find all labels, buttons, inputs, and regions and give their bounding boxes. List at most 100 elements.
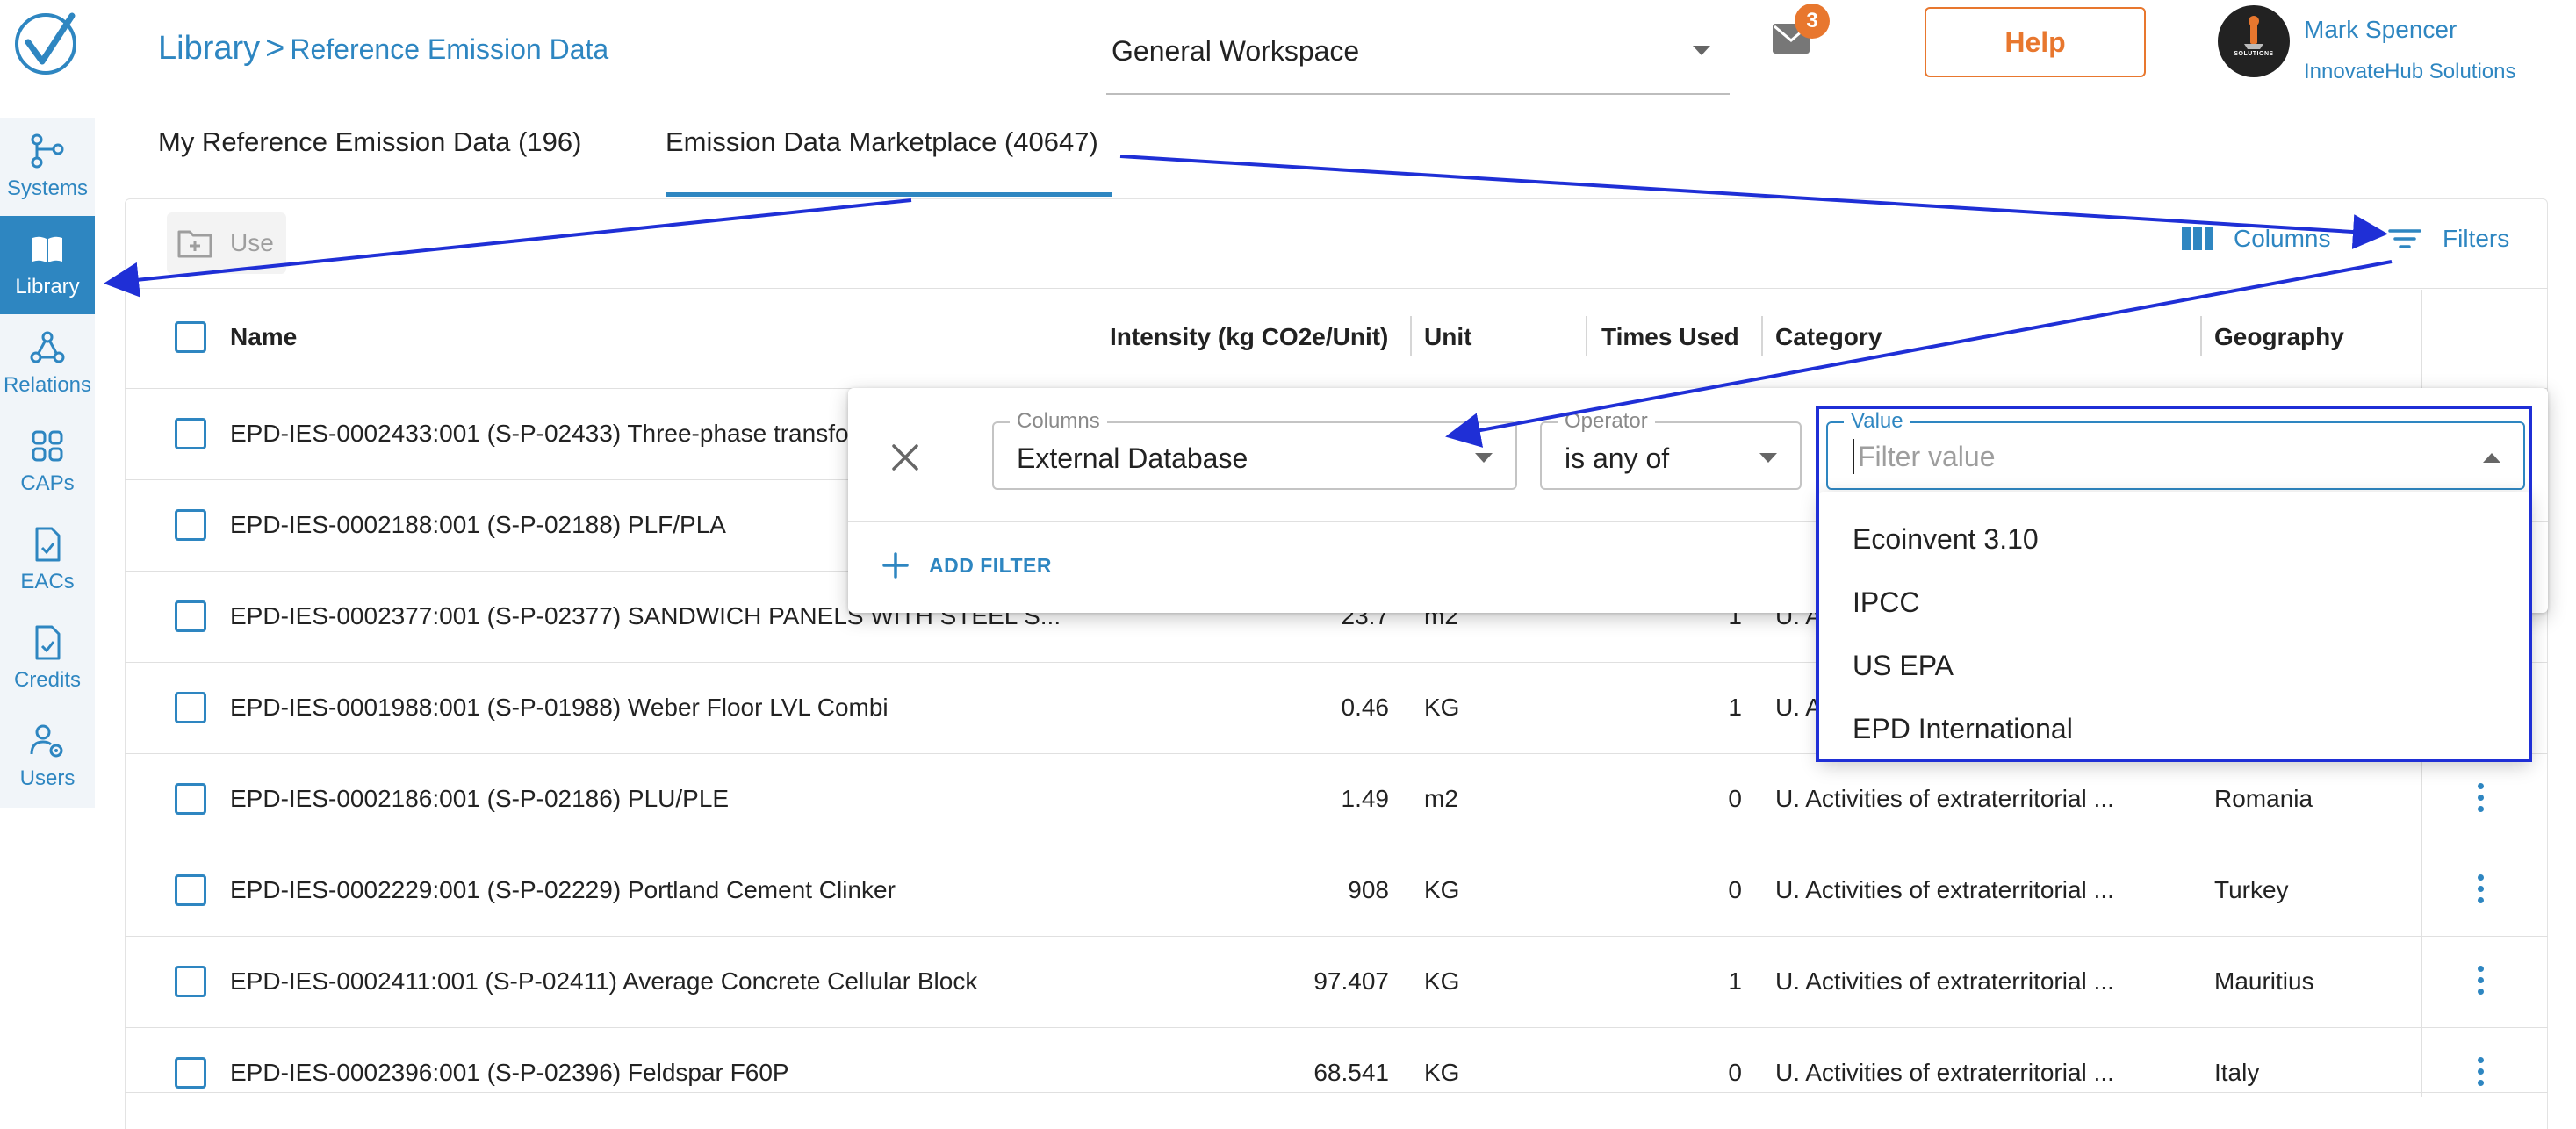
cell-name[interactable]: EPD-IES-0002433:001 (S-P-02433) Three-ph… bbox=[230, 420, 857, 448]
sidebar-item-credits[interactable]: Credits bbox=[0, 609, 95, 708]
app-logo-icon[interactable] bbox=[12, 11, 79, 77]
row-checkbox[interactable] bbox=[175, 966, 206, 997]
cell-name[interactable]: EPD-IES-0001988:001 (S-P-01988) Weber Fl… bbox=[230, 694, 889, 722]
breadcrumb-library-link[interactable]: Library bbox=[158, 30, 260, 68]
cell-intensity[interactable]: 1.49 bbox=[1282, 785, 1390, 813]
filter-column-select[interactable]: Columns External Database bbox=[992, 409, 1517, 490]
cell-times-used[interactable]: 0 bbox=[1668, 785, 1742, 813]
caret-up-icon[interactable] bbox=[2483, 453, 2500, 463]
cell-geography[interactable]: Turkey bbox=[2214, 876, 2289, 904]
sidebar-item-caps[interactable]: CAPs bbox=[0, 413, 95, 511]
sidebar-item-library[interactable]: Library bbox=[0, 216, 95, 314]
add-filter-label: ADD FILTER bbox=[929, 553, 1053, 577]
column-separator[interactable] bbox=[1410, 316, 1412, 356]
filter-value-input[interactable] bbox=[1853, 439, 2467, 474]
use-button-label: Use bbox=[230, 229, 274, 256]
column-header-times-used[interactable]: Times Used bbox=[1601, 323, 1739, 351]
filter-value-field[interactable]: Value bbox=[1826, 409, 2525, 490]
column-header-geography[interactable]: Geography bbox=[2214, 323, 2344, 351]
workspace-select[interactable]: General Workspace bbox=[1106, 23, 1730, 95]
row-menu-icon[interactable] bbox=[2478, 874, 2485, 906]
filter-operator-label: Operator bbox=[1558, 409, 1655, 434]
cell-intensity[interactable]: 0.46 bbox=[1282, 694, 1390, 722]
row-menu-icon[interactable] bbox=[2478, 1057, 2485, 1089]
option-us-epa[interactable]: US EPA bbox=[1853, 650, 1954, 682]
workspace-value: General Workspace bbox=[1112, 35, 1360, 67]
row-checkbox[interactable] bbox=[175, 1057, 206, 1089]
filter-operator-select[interactable]: Operator is any of bbox=[1540, 409, 1802, 490]
use-button[interactable]: Use bbox=[167, 212, 286, 274]
column-separator[interactable] bbox=[2200, 316, 2202, 356]
row-checkbox[interactable] bbox=[175, 692, 206, 723]
option-ecoinvent[interactable]: Ecoinvent 3.10 bbox=[1853, 523, 2039, 556]
cell-geography[interactable]: Mauritius bbox=[2214, 967, 2314, 996]
row-checkbox[interactable] bbox=[175, 600, 206, 632]
sidebar-item-users[interactable]: Users bbox=[0, 708, 95, 806]
column-header-name[interactable]: Name bbox=[230, 323, 297, 351]
plus-icon bbox=[882, 552, 909, 579]
help-button[interactable]: Help bbox=[1925, 7, 2146, 77]
add-filter-button[interactable]: ADD FILTER bbox=[881, 551, 1052, 579]
cell-name[interactable]: EPD-IES-0002229:001 (S-P-02229) Portland… bbox=[230, 876, 896, 904]
document-check-icon bbox=[35, 527, 61, 562]
cell-unit[interactable]: KG bbox=[1424, 876, 1459, 904]
row-divider bbox=[125, 936, 2548, 937]
cell-geography[interactable]: Romania bbox=[2214, 785, 2313, 813]
cell-unit[interactable]: KG bbox=[1424, 967, 1459, 996]
row-checkbox[interactable] bbox=[175, 509, 206, 541]
tab-my-reference-emission-data[interactable]: My Reference Emission Data (196) bbox=[158, 126, 581, 158]
cell-unit[interactable]: KG bbox=[1424, 1059, 1459, 1087]
sidebar-item-eacs[interactable]: EACs bbox=[0, 511, 95, 609]
column-header-intensity[interactable]: Intensity (kg CO2e/Unit) bbox=[1110, 323, 1388, 351]
row-divider bbox=[125, 1027, 2548, 1028]
column-separator[interactable] bbox=[1761, 316, 1763, 356]
sidebar-item-label: Systems bbox=[6, 176, 88, 200]
sidebar-item-relations[interactable]: Relations bbox=[0, 314, 95, 413]
cell-times-used[interactable]: 1 bbox=[1668, 694, 1742, 722]
sidebar-item-label: Users bbox=[19, 766, 76, 790]
cell-name[interactable]: EPD-IES-0002186:001 (S-P-02186) PLU/PLE bbox=[230, 785, 729, 813]
cell-times-used[interactable]: 0 bbox=[1668, 876, 1742, 904]
cell-times-used[interactable]: 1 bbox=[1668, 967, 1742, 996]
column-header-unit[interactable]: Unit bbox=[1424, 323, 1471, 351]
cell-unit[interactable]: m2 bbox=[1424, 785, 1458, 813]
close-icon[interactable] bbox=[890, 442, 920, 472]
sidebar-item-label: EACs bbox=[20, 570, 75, 593]
cell-unit[interactable]: KG bbox=[1424, 694, 1459, 722]
avatar[interactable]: SOLUTIONS bbox=[2218, 5, 2290, 77]
filters-button-label: Filters bbox=[2443, 225, 2510, 252]
systems-icon bbox=[31, 133, 64, 169]
column-header-category[interactable]: Category bbox=[1775, 323, 1882, 351]
cell-intensity[interactable]: 908 bbox=[1282, 876, 1389, 904]
row-checkbox[interactable] bbox=[175, 874, 206, 906]
cell-intensity[interactable]: 97.407 bbox=[1282, 967, 1389, 996]
option-epd-international[interactable]: EPD International bbox=[1853, 713, 2073, 745]
user-organization[interactable]: InnovateHub Solutions bbox=[2304, 60, 2516, 84]
cell-category[interactable]: U. Activities of extraterritorial ... bbox=[1775, 876, 2114, 904]
cell-intensity[interactable]: 68.541 bbox=[1282, 1059, 1389, 1087]
column-separator[interactable] bbox=[1586, 316, 1587, 356]
select-all-checkbox[interactable] bbox=[175, 321, 206, 353]
row-menu-icon[interactable] bbox=[2478, 966, 2485, 997]
cell-name[interactable]: EPD-IES-0002188:001 (S-P-02188) PLF/PLA bbox=[230, 511, 726, 539]
cell-category[interactable]: U. Activities of extraterritorial ... bbox=[1775, 785, 2114, 813]
breadcrumb-current-page: Reference Emission Data bbox=[290, 33, 609, 65]
cell-category[interactable]: U. A bbox=[1775, 694, 1822, 722]
cell-geography[interactable]: Italy bbox=[2214, 1059, 2259, 1087]
cell-name[interactable]: EPD-IES-0002411:001 (S-P-02411) Average … bbox=[230, 967, 977, 996]
tab-emission-data-marketplace[interactable]: Emission Data Marketplace (40647) bbox=[666, 126, 1098, 158]
columns-button[interactable]: Columns bbox=[2181, 225, 2330, 253]
row-checkbox[interactable] bbox=[175, 418, 206, 449]
row-checkbox[interactable] bbox=[175, 783, 206, 815]
caret-down-icon bbox=[1693, 46, 1710, 55]
sidebar-item-systems[interactable]: Systems bbox=[0, 118, 95, 216]
cell-name[interactable]: EPD-IES-0002396:001 (S-P-02396) Feldspar… bbox=[230, 1059, 789, 1087]
filters-button[interactable]: Filters bbox=[2388, 225, 2509, 253]
user-name[interactable]: Mark Spencer bbox=[2304, 16, 2457, 44]
cell-category[interactable]: U. Activities of extraterritorial ... bbox=[1775, 967, 2114, 996]
cell-times-used[interactable]: 0 bbox=[1668, 1059, 1742, 1087]
cell-category[interactable]: U. Activities of extraterritorial ... bbox=[1775, 1059, 2114, 1087]
option-ipcc[interactable]: IPCC bbox=[1853, 586, 1919, 619]
sidebar-item-label: CAPs bbox=[20, 471, 75, 495]
row-menu-icon[interactable] bbox=[2478, 783, 2485, 815]
